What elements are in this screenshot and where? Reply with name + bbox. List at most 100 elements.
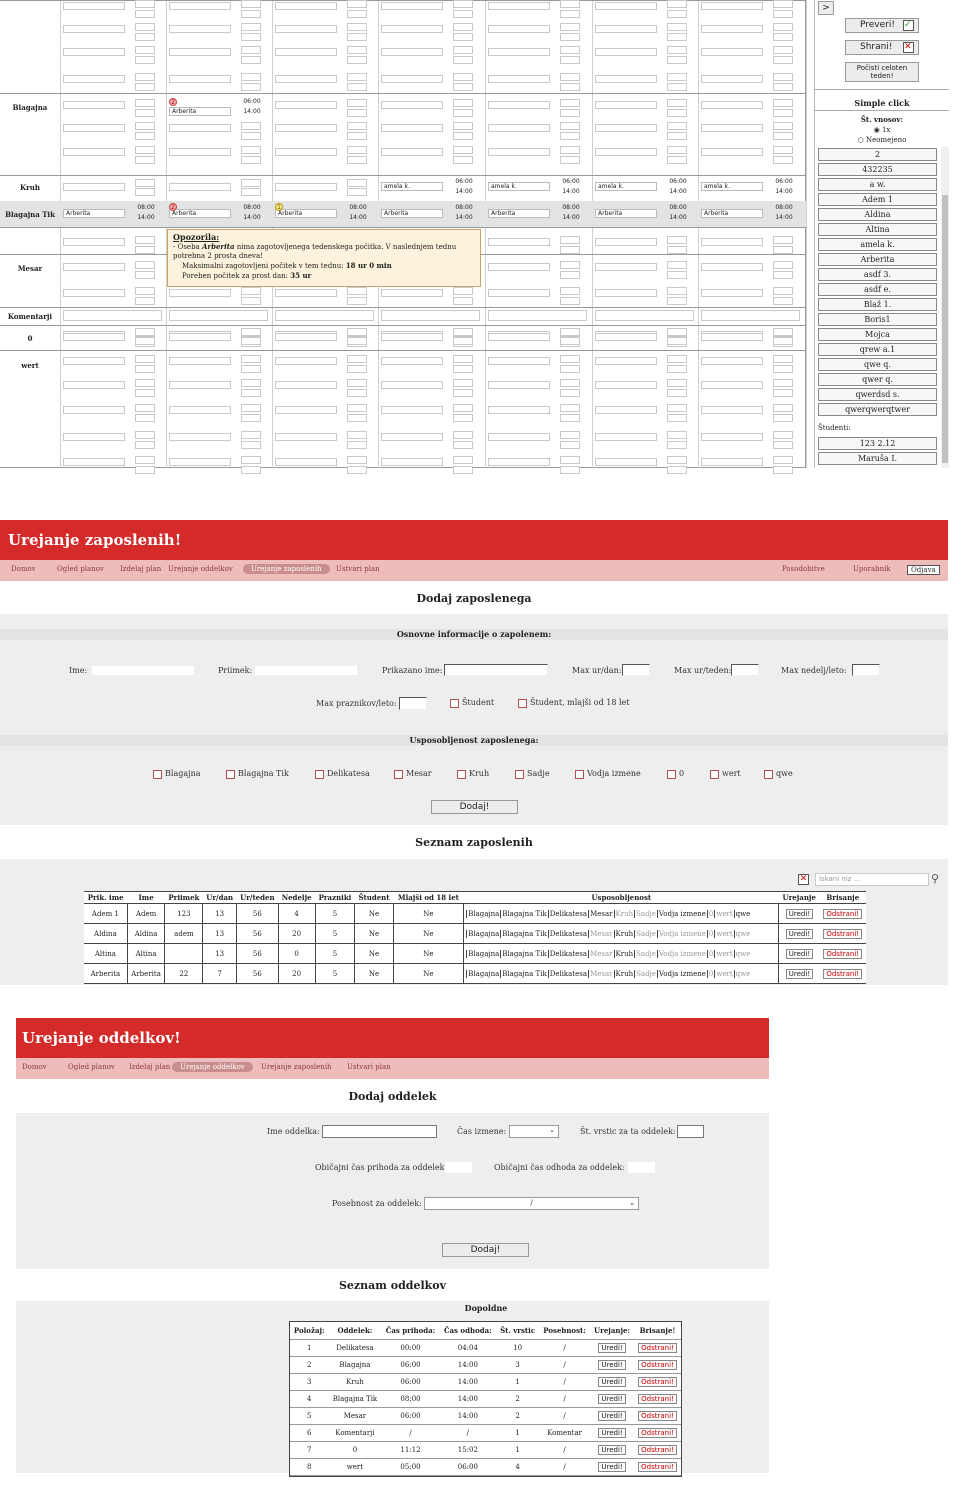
time-slot-input[interactable]: [135, 132, 155, 140]
employee-slot-input[interactable]: [63, 357, 125, 365]
time-slot-input[interactable]: [241, 355, 261, 363]
time-slot-input[interactable]: [667, 109, 687, 117]
employee-slot-input[interactable]: [63, 2, 125, 10]
employee-slot-input[interactable]: [381, 357, 443, 365]
employee-slot-input[interactable]: [63, 124, 125, 132]
time-slot-input[interactable]: [667, 83, 687, 91]
employee-slot-input[interactable]: [701, 124, 763, 132]
time-slot-input[interactable]: [135, 46, 155, 54]
employee-slot-input[interactable]: [381, 148, 443, 156]
time-slot-input[interactable]: [135, 441, 155, 449]
employee-slot-input[interactable]: [275, 101, 337, 109]
time-slot-input[interactable]: [453, 10, 473, 18]
employee-slot-input[interactable]: [595, 263, 657, 271]
time-slot-input[interactable]: [347, 328, 367, 336]
employee-slot-input[interactable]: [63, 289, 125, 297]
time-slot-input[interactable]: [241, 287, 261, 295]
shift-start-time[interactable]: 08:00: [241, 203, 263, 213]
time-slot-input[interactable]: [453, 0, 473, 8]
employee-slot-input[interactable]: [701, 148, 763, 156]
employee-slot-input[interactable]: [595, 101, 657, 109]
display-name-input[interactable]: [444, 664, 548, 676]
time-slot-input[interactable]: [347, 56, 367, 64]
shift-end-time[interactable]: 14:00: [773, 187, 795, 197]
delete-button[interactable]: Odstrani!: [823, 968, 863, 979]
rows-count-input[interactable]: [677, 1125, 704, 1138]
employee-slot-input[interactable]: [63, 48, 125, 56]
time-slot-input[interactable]: [453, 46, 473, 54]
shift-end-time[interactable]: 14:00: [773, 213, 795, 223]
employee-slot-input[interactable]: [381, 75, 443, 83]
comment-input[interactable]: [169, 310, 268, 321]
time-slot-input[interactable]: [667, 122, 687, 130]
employee-slot-input[interactable]: [488, 25, 550, 33]
time-slot-input[interactable]: [453, 389, 473, 397]
employee-slot-input[interactable]: [488, 48, 550, 56]
time-slot-input[interactable]: [347, 287, 367, 295]
time-slot-input[interactable]: [135, 179, 155, 187]
time-slot-input[interactable]: [773, 328, 793, 336]
shift-start-time[interactable]: 06:00: [560, 177, 582, 187]
student-button[interactable]: Maruša I.: [818, 452, 937, 465]
edit-button[interactable]: Uredi!: [598, 1359, 626, 1370]
employee-slot-input[interactable]: [275, 357, 337, 365]
delete-button[interactable]: Odstrani!: [823, 948, 863, 959]
time-slot-input[interactable]: [241, 414, 261, 422]
time-slot-input[interactable]: [667, 337, 687, 345]
shift-end-time[interactable]: 14:00: [453, 213, 475, 223]
time-slot-input[interactable]: [667, 156, 687, 164]
employee-slot-input[interactable]: [169, 25, 231, 33]
time-slot-input[interactable]: [667, 73, 687, 81]
employee-slot-input[interactable]: [701, 458, 763, 466]
employee-slot-input[interactable]: [701, 75, 763, 83]
time-slot-input[interactable]: [241, 441, 261, 449]
employee-slot-input[interactable]: [169, 2, 231, 10]
employee-slot-input[interactable]: [63, 333, 125, 341]
time-slot-input[interactable]: [241, 337, 261, 345]
time-slot-input[interactable]: [667, 236, 687, 244]
time-slot-input[interactable]: [773, 261, 793, 269]
edit-button[interactable]: Uredi!: [785, 908, 814, 919]
shift-end-time[interactable]: 14:00: [241, 213, 263, 223]
specialty-select[interactable]: / ⌄: [424, 1197, 639, 1210]
clear-search-icon[interactable]: ✕: [798, 874, 809, 885]
time-slot-input[interactable]: [347, 389, 367, 397]
time-slot-input[interactable]: [135, 73, 155, 81]
time-slot-input[interactable]: [347, 73, 367, 81]
employee-slot-input[interactable]: [275, 433, 337, 441]
time-slot-input[interactable]: [560, 46, 580, 54]
shift-end-time[interactable]: 14:00: [135, 213, 157, 223]
time-slot-input[interactable]: [667, 328, 687, 336]
time-slot-input[interactable]: [560, 109, 580, 117]
time-slot-input[interactable]: [773, 466, 793, 474]
time-slot-input[interactable]: [667, 297, 687, 305]
skill-checkbox[interactable]: 0: [667, 769, 684, 779]
time-slot-input[interactable]: [135, 456, 155, 464]
last-name-input[interactable]: [254, 665, 358, 676]
employee-slot-input[interactable]: [63, 263, 125, 271]
employee-slot-input[interactable]: [488, 357, 550, 365]
employee-slot-input[interactable]: [63, 75, 125, 83]
time-slot-input[interactable]: [560, 0, 580, 8]
employee-slot-input[interactable]: [595, 238, 657, 246]
time-slot-input[interactable]: [667, 287, 687, 295]
employee-slot-input[interactable]: [701, 101, 763, 109]
employee-slot-input[interactable]: [488, 289, 550, 297]
time-slot-input[interactable]: [453, 33, 473, 41]
add-department-button[interactable]: Dodaj!: [442, 1243, 529, 1257]
first-name-input[interactable]: [91, 665, 195, 676]
assigned-employee-field[interactable]: amela k.: [381, 182, 443, 191]
employee-slot-input[interactable]: [275, 25, 337, 33]
shift-end-time[interactable]: 14:00: [241, 107, 263, 117]
time-slot-input[interactable]: [773, 46, 793, 54]
time-slot-input[interactable]: [135, 355, 155, 363]
time-slot-input[interactable]: [241, 404, 261, 412]
time-slot-input[interactable]: [667, 389, 687, 397]
employee-slot-input[interactable]: [595, 25, 657, 33]
time-slot-input[interactable]: [560, 132, 580, 140]
employee-slot-input[interactable]: [595, 148, 657, 156]
employee-slot-input[interactable]: [63, 238, 125, 246]
shift-start-time[interactable]: 08:00: [773, 203, 795, 213]
time-slot-input[interactable]: [135, 297, 155, 305]
time-slot-input[interactable]: [241, 10, 261, 18]
